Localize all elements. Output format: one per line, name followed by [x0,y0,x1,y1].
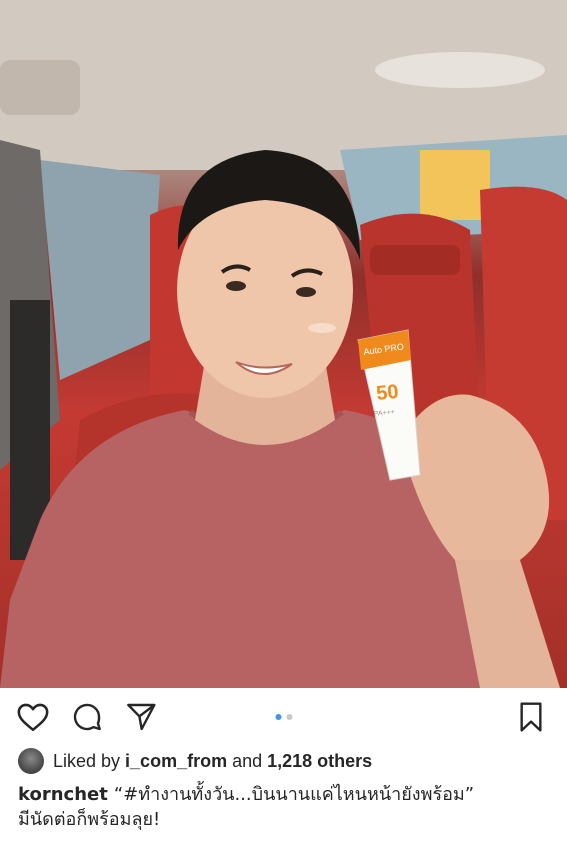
post-caption: kornchet “#ทำงานทั้งวัน...บินนานแค่ไหนหน้… [0,776,567,832]
likes-joiner: and [232,750,263,771]
paper-plane-icon [127,703,156,731]
post-image[interactable]: Auto PRO 50 PA+++ [0,0,567,688]
likes-prefix: Liked by [53,750,121,771]
caption-text-1: “#ทำงานทั้งวัน...บินนานแค่ไหนหน้ายังพร้อ… [113,784,475,805]
photo-illustration: Auto PRO 50 PA+++ [0,0,567,688]
bookmark-icon [520,702,542,732]
likes-others[interactable]: 1,218 others [267,751,372,772]
caption-line-1: kornchet “#ทำงานทั้งวัน...บินนานแค่ไหนหน้… [18,782,549,807]
caption-line-2: มีนัดต่อก็พร้อมลุย! [18,809,161,830]
save-button[interactable] [515,700,547,734]
svg-text:50: 50 [375,381,399,405]
like-button[interactable] [16,700,50,734]
heart-icon [17,703,49,732]
comment-button[interactable] [70,700,104,734]
carousel-dot-1[interactable] [275,714,281,720]
post-action-bar [0,688,567,746]
likes-summary[interactable]: Liked by i_com_from and 1,218 others [0,746,567,776]
comment-icon [73,703,101,731]
caption-username[interactable]: kornchet [18,784,108,805]
share-button[interactable] [124,700,158,734]
carousel-dot-2[interactable] [286,714,292,720]
liker-username[interactable]: i_com_from [125,751,227,772]
carousel-indicator [275,714,292,720]
liker-avatar[interactable] [18,748,44,774]
